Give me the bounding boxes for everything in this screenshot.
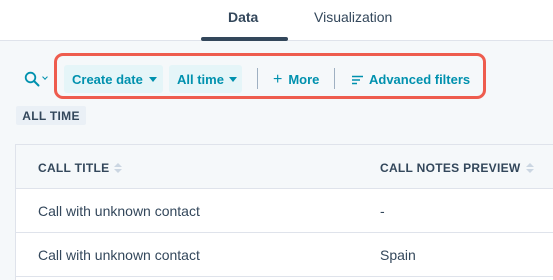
sort-icon <box>525 163 534 173</box>
search-toggle-button[interactable] <box>24 71 52 89</box>
sort-icon <box>114 163 123 173</box>
filter-lines-icon <box>352 75 363 85</box>
tabs-bar: Data Visualization <box>0 0 553 41</box>
cell-call-notes: Spain <box>380 247 416 263</box>
date-range-label: All time <box>177 71 224 87</box>
column-header-label: CALL TITLE <box>38 161 110 175</box>
advanced-filters-button[interactable]: Advanced filters <box>352 72 470 87</box>
advanced-filters-label: Advanced filters <box>369 72 471 87</box>
more-filters-button[interactable]: + More <box>273 70 320 88</box>
create-date-dropdown[interactable]: Create date <box>64 65 163 93</box>
caret-down-icon <box>228 77 237 82</box>
column-header-call-notes-preview[interactable]: CALL NOTES PREVIEW <box>380 161 534 175</box>
caret-down-icon <box>148 77 157 82</box>
tab-data[interactable]: Data <box>228 9 258 25</box>
table-row[interactable]: Call with unknown contact Spain <box>16 233 553 277</box>
divider <box>334 68 335 89</box>
date-range-dropdown[interactable]: All time <box>169 65 242 93</box>
divider <box>257 68 258 89</box>
plus-icon: + <box>273 70 283 88</box>
table-row[interactable]: Call with unknown contact - <box>16 189 553 233</box>
data-table: CALL TITLE CALL NOTES PREVIEW Call with … <box>15 144 553 280</box>
active-tab-indicator <box>201 37 288 41</box>
cell-call-notes: - <box>380 203 385 219</box>
create-date-label: Create date <box>72 71 143 87</box>
column-header-call-title[interactable]: CALL TITLE <box>38 161 123 175</box>
cell-call-title: Call with unknown contact <box>38 247 200 263</box>
cell-call-title: Call with unknown contact <box>38 203 200 219</box>
active-filter-badge: ALL TIME <box>16 106 86 125</box>
table-header: CALL TITLE CALL NOTES PREVIEW <box>16 145 553 189</box>
more-label: More <box>288 72 320 87</box>
tab-visualization[interactable]: Visualization <box>314 9 392 25</box>
chevron-down-icon <box>42 74 48 80</box>
search-icon <box>24 71 40 87</box>
column-header-label: CALL NOTES PREVIEW <box>380 161 521 175</box>
